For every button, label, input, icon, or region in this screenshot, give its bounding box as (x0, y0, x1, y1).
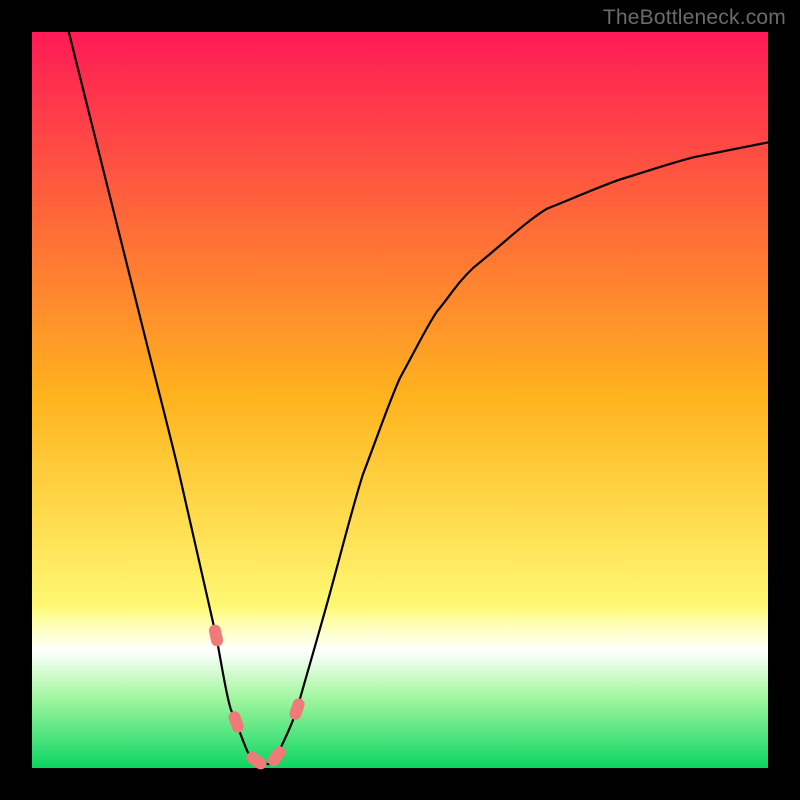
watermark-text: TheBottleneck.com (603, 6, 786, 30)
plot-background (32, 32, 768, 768)
bottleneck-chart (0, 0, 800, 800)
chart-frame: TheBottleneck.com (0, 0, 800, 800)
